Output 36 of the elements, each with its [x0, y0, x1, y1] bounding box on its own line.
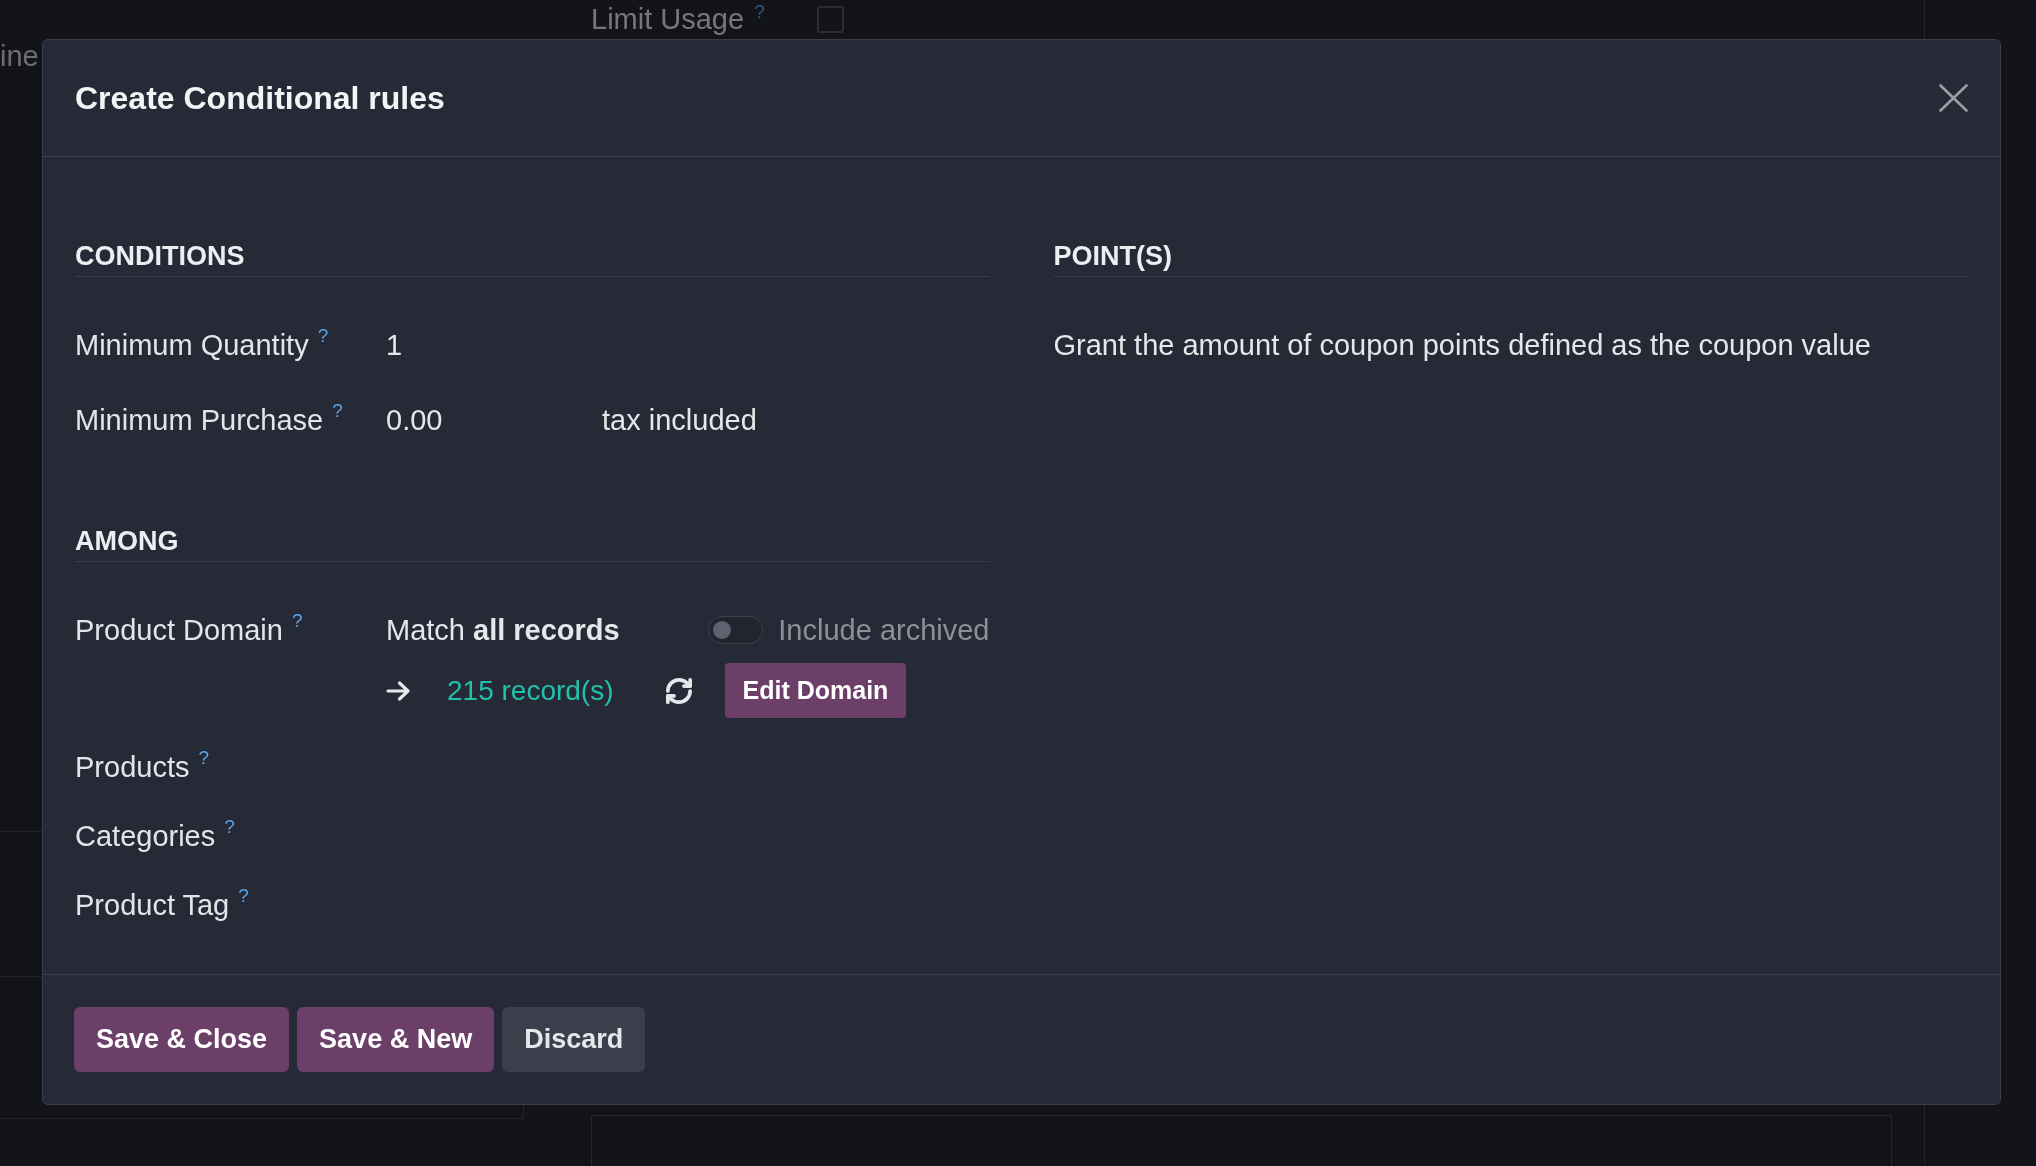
footer-button[interactable]: Save & Close — [74, 1007, 290, 1072]
help-mark[interactable]: ? — [332, 400, 343, 421]
close-icon — [1939, 84, 1968, 112]
field-value: 1 — [386, 328, 403, 363]
help-mark: ? — [754, 2, 765, 21]
limit-usage-label: Limit Usage — [591, 2, 745, 37]
edit-domain-button[interactable]: Edit Domain — [724, 663, 907, 718]
section-heading: AMONG — [75, 525, 179, 558]
field-label: Categories — [75, 820, 216, 852]
arrow-right-icon — [386, 680, 410, 701]
footer-button[interactable]: Save & New — [297, 1007, 495, 1072]
include-archived-label: Include archived — [778, 613, 990, 648]
points-description: Grant the amount of coupon points defined as the coupon value — [1053, 328, 1871, 363]
close-button[interactable] — [1939, 84, 1968, 112]
field-label: Product Domain — [75, 614, 283, 646]
section-heading: CONDITIONS — [75, 240, 245, 273]
toggle-switch[interactable] — [708, 616, 764, 644]
field-suffix: tax included — [602, 403, 757, 438]
help-mark[interactable]: ? — [291, 610, 303, 631]
field-label: Minimum Quantity — [75, 329, 309, 361]
field-label: Minimum Purchase — [75, 404, 324, 436]
field-label: Product Tag — [75, 889, 230, 921]
help-mark[interactable]: ? — [224, 816, 235, 837]
help-mark[interactable]: ? — [198, 747, 210, 768]
field-label: ine — [0, 39, 39, 74]
field-label: Products — [75, 751, 190, 783]
domain-summary: Match all records — [386, 613, 620, 648]
dialog-title: Create Conditional rules — [75, 79, 445, 117]
checkbox[interactable] — [816, 5, 844, 33]
help-mark[interactable]: ? — [317, 325, 329, 346]
record-count-link[interactable]: 215 record(s) — [447, 674, 614, 707]
section-heading: POINT(S) — [1053, 240, 1172, 273]
help-mark[interactable]: ? — [238, 885, 249, 906]
footer-button[interactable]: Discard — [502, 1007, 646, 1072]
refresh-icon[interactable] — [665, 677, 692, 704]
field-value: 0.00 — [386, 403, 443, 438]
